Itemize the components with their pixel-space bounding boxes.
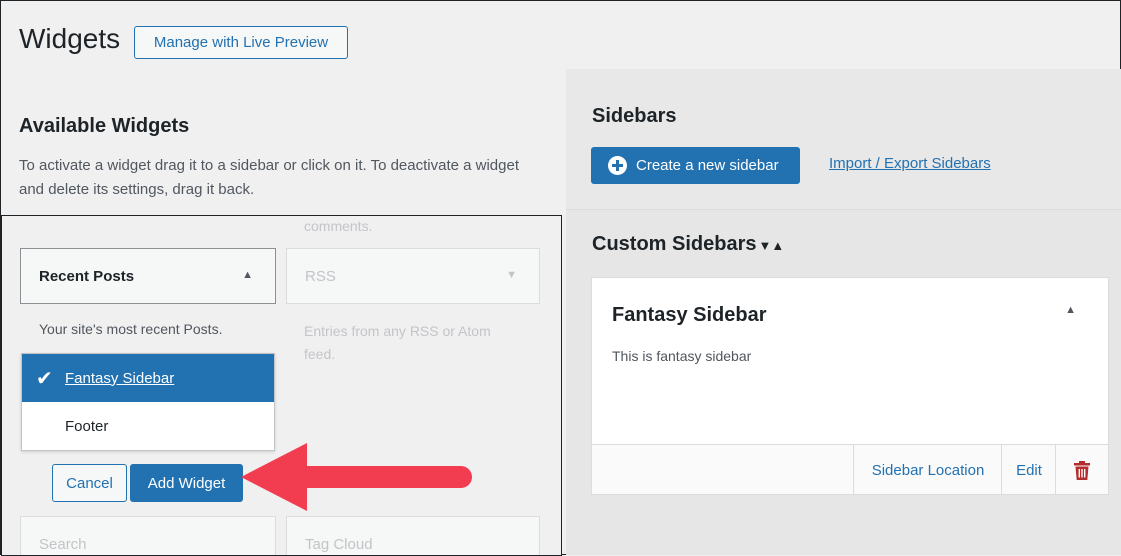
rss-description: Entries from any RSS or Atom feed.	[304, 323, 491, 362]
edit-link[interactable]: Edit	[1001, 445, 1056, 495]
available-widgets-title: Available Widgets	[19, 115, 190, 137]
import-export-link[interactable]: Import / Export Sidebars	[829, 155, 991, 172]
recent-posts-description: Your site's most recent Posts.	[39, 321, 223, 337]
triangle-down-icon: ▼	[506, 269, 517, 281]
manage-live-preview-button[interactable]: Manage with Live Preview	[134, 26, 348, 59]
sidebar-option-footer[interactable]: Footer	[22, 402, 274, 450]
widget-tag-cloud-label: Tag Cloud	[305, 535, 373, 553]
create-sidebar-button[interactable]: Create a new sidebar	[591, 147, 800, 184]
plus-circle-icon	[608, 156, 627, 175]
widget-recent-posts[interactable]: Recent Posts ▲	[20, 248, 276, 304]
widget-recent-posts-label: Recent Posts	[39, 267, 135, 285]
sidebar-card-description: This is fantasy sidebar	[612, 348, 752, 364]
widget-tag-cloud[interactable]: Tag Cloud	[286, 516, 540, 555]
sidebar-card-fantasy: Fantasy Sidebar ▲ This is fantasy sideba…	[591, 277, 1109, 495]
sidebar-location-link[interactable]: Sidebar Location	[853, 445, 1002, 495]
triangle-up-icon[interactable]: ▲	[242, 269, 253, 281]
triangle-up-icon[interactable]: ▲	[1065, 304, 1076, 316]
sidebar-select-list[interactable]: ✔ Fantasy Sidebar Footer	[21, 353, 275, 451]
custom-sidebars-title[interactable]: Custom Sidebars ▼▲	[592, 233, 784, 256]
widgets-screen: Widgets Manage with Live Preview Availab…	[0, 0, 1121, 556]
sidebars-panel: Sidebars Create a new sidebar Import / E…	[566, 69, 1121, 555]
sidebars-title: Sidebars	[592, 105, 677, 127]
sidebar-option-label: Fantasy Sidebar	[65, 369, 175, 387]
available-widgets-description: To activate a widget drag it to a sideba…	[19, 157, 519, 198]
cancel-button[interactable]: Cancel	[52, 464, 127, 502]
trash-icon	[1074, 460, 1090, 480]
annotation-arrow-icon	[241, 443, 472, 511]
create-sidebar-label: Create a new sidebar	[636, 157, 779, 174]
widget-rss-label: RSS	[305, 267, 336, 285]
delete-button[interactable]	[1055, 445, 1108, 495]
widget-search-label: Search	[39, 535, 87, 553]
sidebar-card-footer: Sidebar Location Edit	[592, 444, 1108, 495]
sidebar-option-label: Footer	[65, 417, 109, 435]
add-widget-button[interactable]: Add Widget	[130, 464, 243, 502]
check-icon: ✔	[36, 368, 53, 390]
widget-rss[interactable]: RSS ▼	[286, 248, 540, 304]
widget-search[interactable]: Search	[20, 516, 276, 555]
custom-sidebars-label: Custom Sidebars	[592, 233, 757, 255]
sidebars-header: Sidebars Create a new sidebar Import / E…	[566, 69, 1121, 210]
faded-widget-description: comments.	[304, 218, 373, 234]
sidebar-card-title: Fantasy Sidebar	[612, 304, 767, 326]
sidebar-option-fantasy[interactable]: ✔ Fantasy Sidebar	[22, 354, 274, 402]
sort-arrows-icon[interactable]: ▼▲	[758, 238, 784, 253]
page-title: Widgets	[19, 23, 121, 54]
